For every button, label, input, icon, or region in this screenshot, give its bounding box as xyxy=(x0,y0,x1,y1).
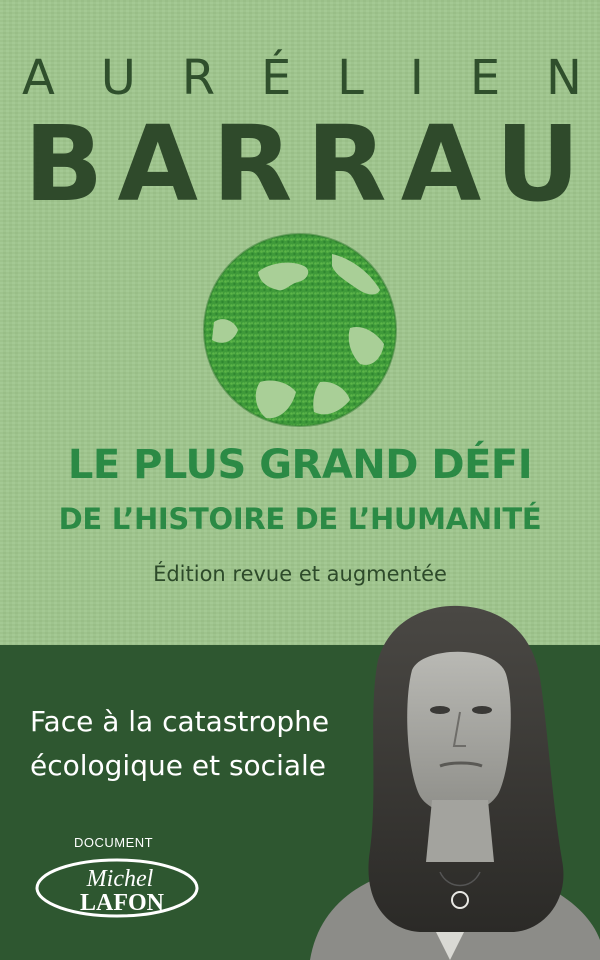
publisher-name-top: Michel xyxy=(86,866,154,892)
author-letter: É xyxy=(260,50,292,106)
publisher-name-bottom: LAFON xyxy=(80,890,165,916)
author-letter: L xyxy=(337,50,364,106)
book-cover: A U R É L I E N B A R R A U LE PLUS GRAN… xyxy=(0,0,600,960)
author-letter: R xyxy=(212,103,293,225)
author-letter: A xyxy=(117,103,198,225)
author-letter: R xyxy=(181,50,216,106)
title-line-1: LE PLUS GRAND DÉFI xyxy=(67,442,533,488)
author-letter: E xyxy=(469,50,501,106)
document-label: DOCUMENT xyxy=(74,835,154,850)
edition-note: Édition revue et augmentée xyxy=(153,562,447,586)
author-letter: I xyxy=(409,50,424,106)
moss-globe-icon xyxy=(203,233,397,427)
author-last-name: B A R R A U xyxy=(24,112,580,216)
author-letter: A xyxy=(22,50,55,106)
author-letter: B xyxy=(24,103,104,225)
author-letter: N xyxy=(546,50,582,106)
author-letter: R xyxy=(306,103,387,225)
author-letter: U xyxy=(100,50,136,106)
author-letter: A xyxy=(400,103,482,225)
author-first-name: A U R É L I E N xyxy=(22,54,582,102)
author-letter: U xyxy=(495,103,580,225)
publisher-logo: Michel LAFON xyxy=(35,858,199,918)
author-portrait xyxy=(310,605,600,960)
title-line-2: DE L’HISTOIRE DE L’HUMANITÉ xyxy=(58,502,542,536)
